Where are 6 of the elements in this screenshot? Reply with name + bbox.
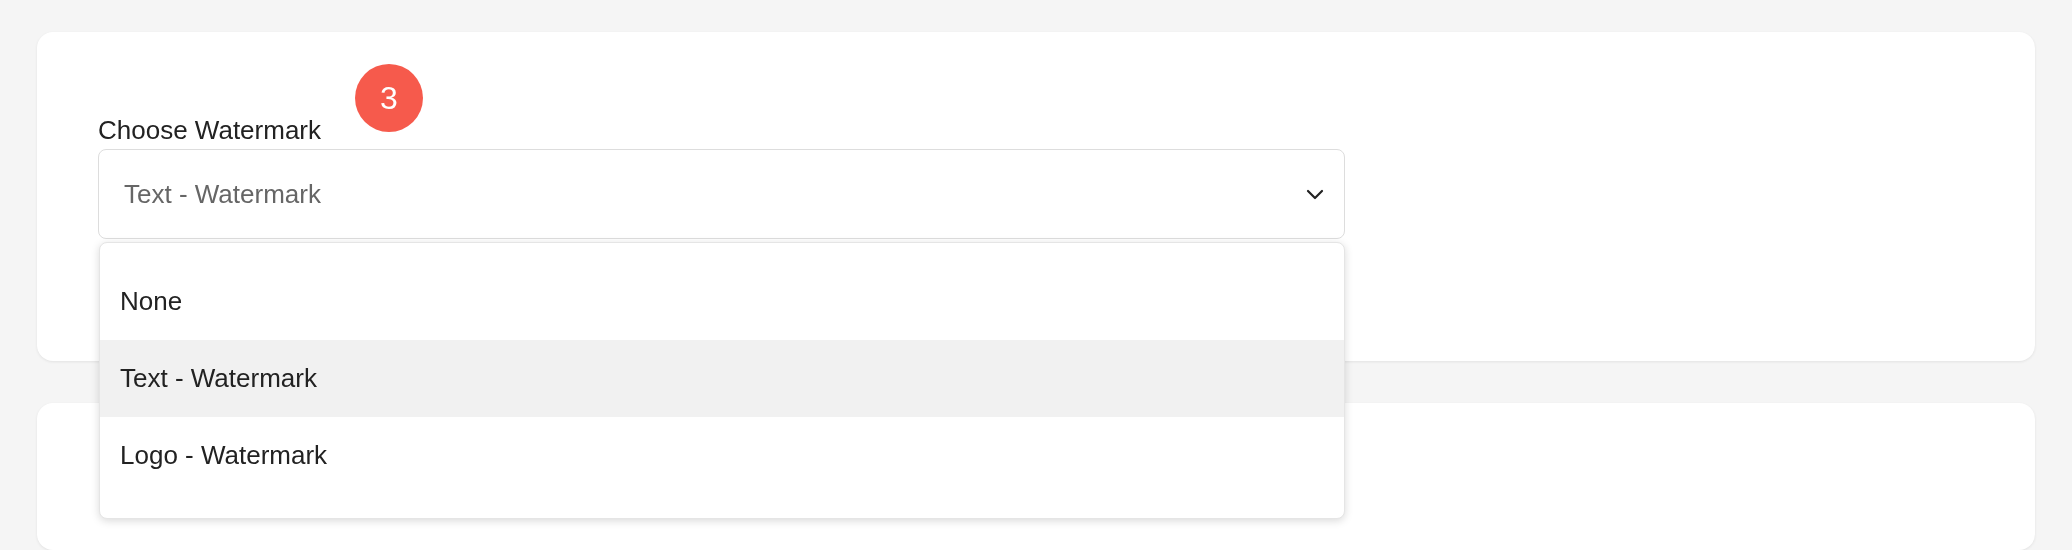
- field-label: Choose Watermark: [98, 115, 321, 146]
- watermark-select[interactable]: Text - Watermark: [98, 149, 1345, 239]
- dropdown-option[interactable]: None: [100, 263, 1344, 340]
- dropdown-option[interactable]: Logo - Watermark: [100, 417, 1344, 494]
- dropdown-option[interactable]: Text - Watermark: [100, 340, 1344, 417]
- step-badge: 3: [355, 64, 423, 132]
